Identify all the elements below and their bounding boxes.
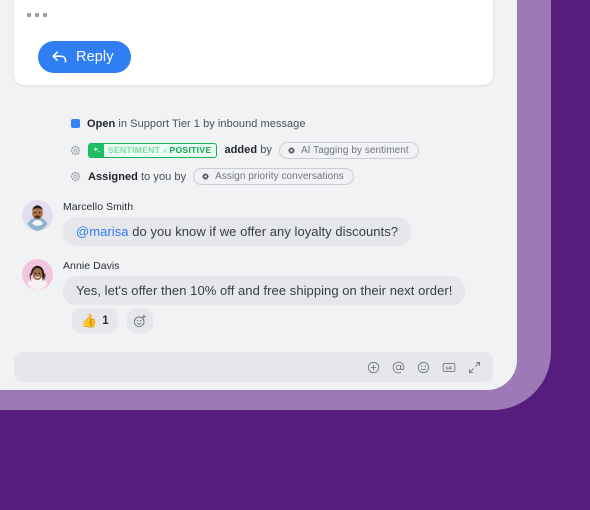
typing-indicator-dots [27,13,47,17]
message-text: do you know if we offer any loyalty disc… [128,224,399,239]
emoji-button[interactable] [417,361,430,374]
event-added-text: added by [224,144,271,156]
event-open-rest: in Support Tier 1 by inbound message [115,117,306,130]
sentiment-key: SENTIMENT [108,145,161,155]
pill-ai-tagging-label: AI Tagging by sentiment [300,144,409,156]
event-assigned-bold: Assigned [88,170,138,183]
gif-button[interactable]: GIF [442,361,456,374]
message-author: Marcello Smith [63,201,134,213]
expand-icon [469,361,480,373]
avatar-annie-davis[interactable] [22,259,53,290]
message-bubble: Yes, let's offer then 10% off and free s… [63,276,466,305]
sentiment-badge: SENTIMENT › POSITIVE [88,142,218,158]
event-assigned-text: Assigned to you by [88,171,186,183]
attach-button[interactable] [367,361,380,374]
reaction-bar: 👍 1 [72,308,153,333]
message-author: Annie Davis [63,260,120,272]
message-body: Marcello Smith @marisa do you know if we… [63,200,412,246]
event-open-text: Open in Support Tier 1 by inbound messag… [87,118,306,130]
mention-marisa[interactable]: @marisa [76,224,129,239]
event-added-bold: added [224,144,258,156]
sentiment-separator: › [163,145,167,155]
event-open-bold: Open [87,117,116,130]
plus-circle-icon [367,361,380,373]
event-row-open: Open in Support Tier 1 by inbound messag… [70,112,500,135]
reaction-thumbs-up[interactable]: 👍 1 [72,308,118,333]
event-row-sentiment: SENTIMENT › POSITIVE added by AI Tagging b… [70,139,500,162]
reply-button-label: Reply [76,49,114,65]
reply-card: Reply [14,0,493,85]
gif-icon: GIF [442,362,456,372]
gear-solid-icon [288,146,295,154]
at-sign-icon [392,361,405,373]
pill-assign-priority-label: Assign priority conversations [215,171,344,182]
event-log: Open in Support Tier 1 by inbound messag… [70,112,500,192]
message-body: Annie Davis Yes, let's offer then 10% of… [63,259,466,305]
reply-arrow-icon [52,51,67,63]
expand-button[interactable] [468,361,481,374]
add-reaction-icon [133,314,146,327]
status-square-icon [71,119,80,128]
gear-outline-icon [70,171,81,182]
sparkle-icon [89,143,104,157]
sentiment-value: POSITIVE [169,145,212,155]
event-added-rest: by [257,144,272,156]
event-assigned-rest: to you by [137,170,187,183]
sentiment-badge-text: SENTIMENT › POSITIVE [104,144,216,157]
avatar-marcello-smith[interactable] [22,200,53,231]
add-reaction-button[interactable] [126,308,153,333]
pill-assign-priority-conversations[interactable]: Assign priority conversations [193,168,354,185]
svg-text:GIF: GIF [446,365,453,370]
event-row-assigned: Assigned to you by Assign priority conve… [70,165,500,188]
message-marcello-smith: Marcello Smith @marisa do you know if we… [22,200,412,246]
thumbs-up-icon: 👍 [81,313,98,328]
gear-solid-icon [202,173,210,180]
message-composer[interactable]: GIF [14,352,493,382]
reaction-count: 1 [102,314,109,327]
message-bubble: @marisa do you know if we offer any loya… [63,217,412,246]
pill-ai-tagging-by-sentiment[interactable]: AI Tagging by sentiment [278,141,419,159]
message-annie-davis: Annie Davis Yes, let's offer then 10% of… [22,259,466,305]
screenshot-stage: Reply Open in Support Tier 1 by inbound … [0,0,590,510]
mention-button[interactable] [392,361,405,374]
emoji-smiley-icon [417,361,430,373]
conversation-panel: Reply Open in Support Tier 1 by inbound … [0,0,517,390]
gear-outline-icon [70,144,81,156]
reply-button[interactable]: Reply [38,41,131,73]
